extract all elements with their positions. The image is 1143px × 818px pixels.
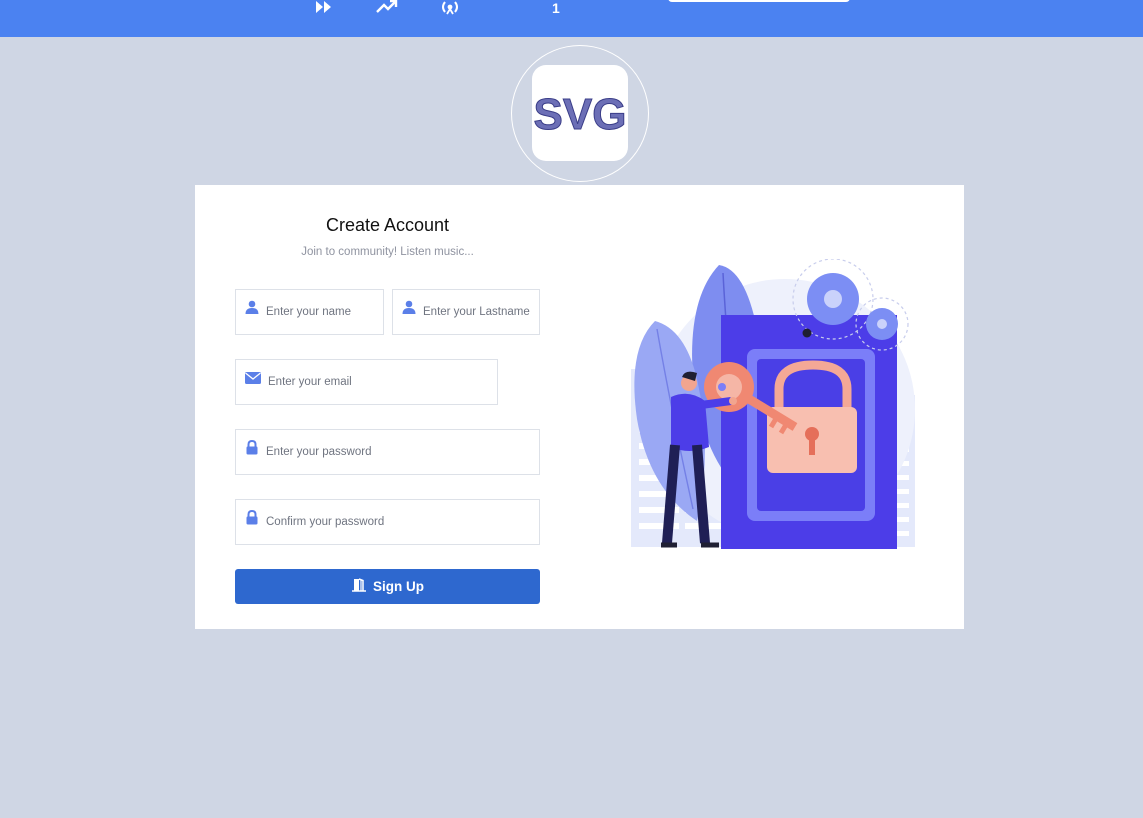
envelope-icon (245, 371, 261, 384)
sign-up-label: Sign Up (373, 579, 424, 594)
security-illustration (631, 259, 915, 549)
first-name-field (235, 289, 384, 335)
password-input[interactable] (266, 430, 535, 474)
email-field (235, 359, 498, 405)
confirm-password-input[interactable] (266, 500, 535, 544)
user-icon (402, 300, 416, 314)
last-name-input[interactable] (423, 290, 535, 334)
lock-icon (245, 509, 259, 525)
notification-count: 1 (552, 0, 560, 16)
email-input[interactable] (268, 360, 493, 404)
confirm-password-field (235, 499, 540, 545)
sign-up-button[interactable]: Sign Up (235, 569, 540, 604)
password-field (235, 429, 540, 475)
nav-search-pill[interactable] (668, 0, 850, 2)
page-subtitle: Join to community! Listen music... (301, 246, 474, 258)
first-name-input[interactable] (266, 290, 379, 334)
signup-card: Create Account Join to community! Listen… (195, 185, 964, 629)
page-title: Create Account (325, 215, 450, 235)
broadcast-icon[interactable] (438, 0, 462, 17)
door-open-icon (351, 578, 367, 595)
fast-forward-icon[interactable] (312, 0, 336, 17)
trending-up-icon[interactable] (375, 0, 399, 17)
user-icon (245, 300, 259, 314)
lock-icon (245, 439, 259, 455)
last-name-field (392, 289, 540, 335)
logo-text: SVG (534, 90, 627, 139)
top-nav-bar: 1 (0, 0, 1143, 37)
logo: SVG (532, 65, 628, 161)
